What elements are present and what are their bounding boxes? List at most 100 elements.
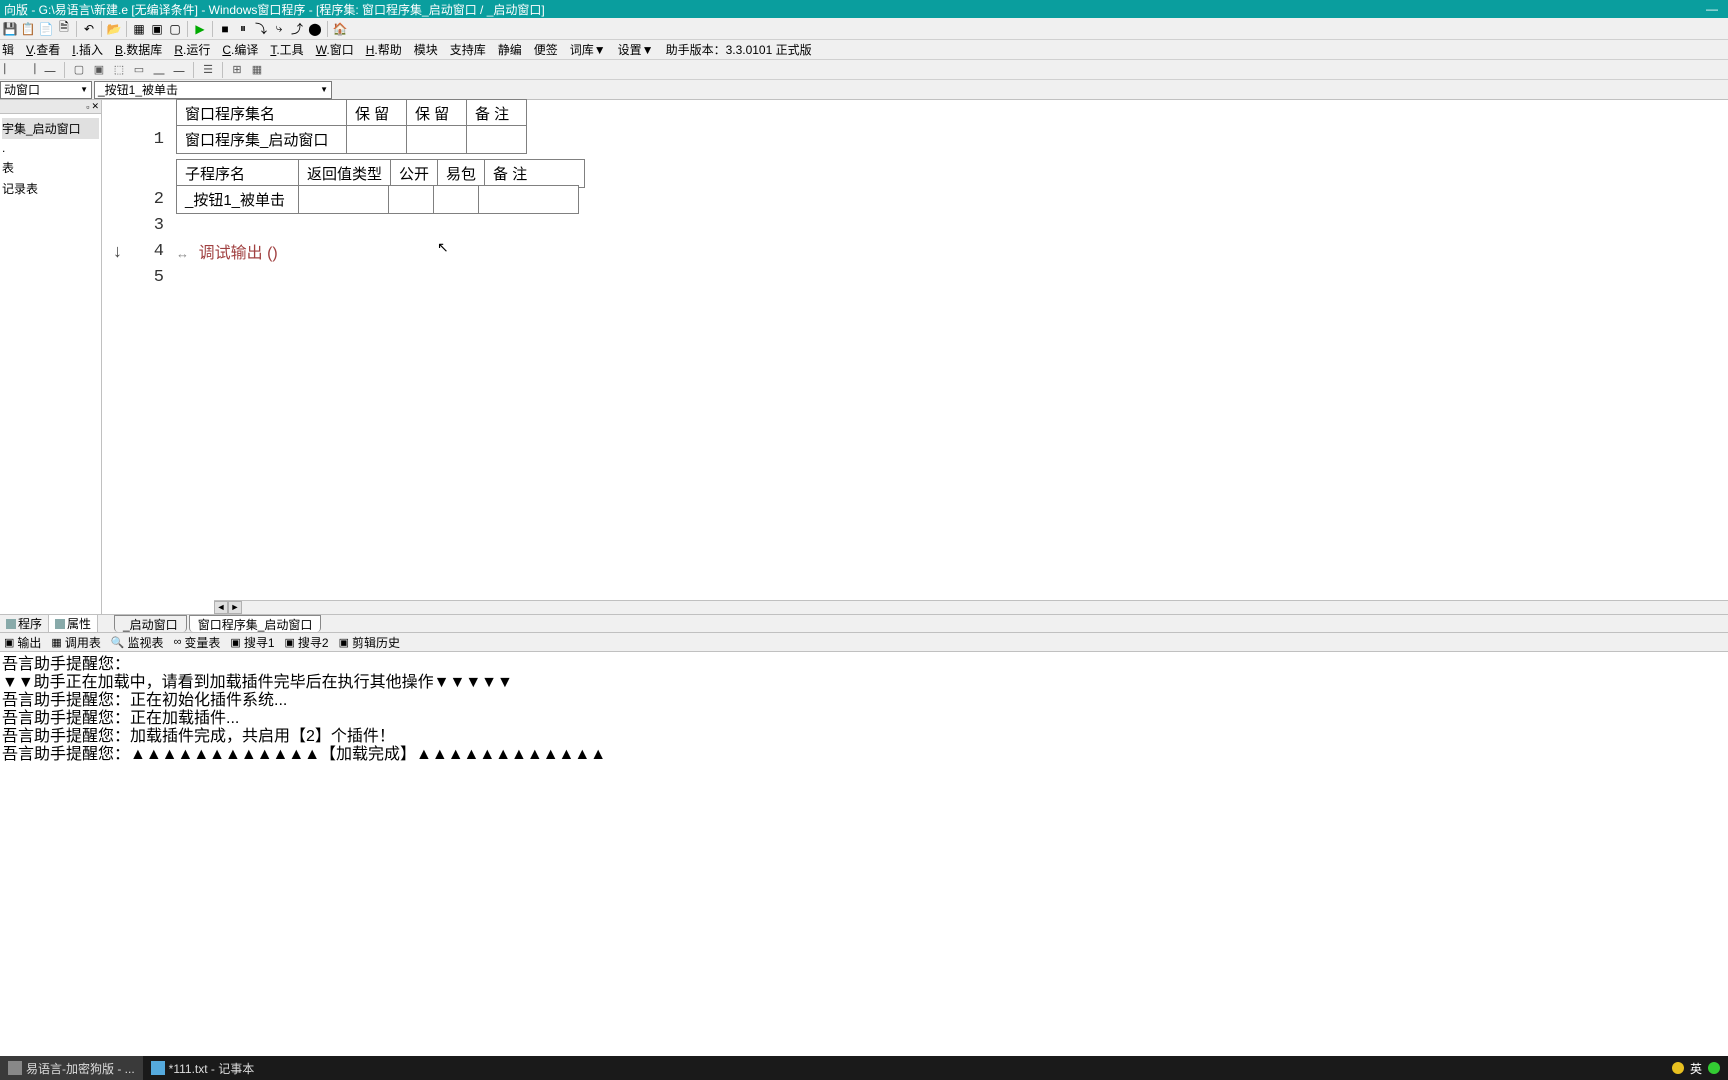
pause-icon[interactable]: ⏸ bbox=[235, 21, 251, 37]
menu-database[interactable]: B.数据库 bbox=[115, 41, 162, 58]
menu-module[interactable]: 模块 bbox=[414, 41, 438, 58]
save-icon[interactable]: 💾 bbox=[2, 21, 18, 37]
find-icon: ▣ bbox=[230, 636, 240, 649]
menu-help[interactable]: H.帮助 bbox=[366, 41, 402, 58]
align3-icon[interactable]: ⎼ bbox=[42, 62, 58, 78]
table-cell[interactable] bbox=[479, 185, 579, 213]
grid2-icon[interactable]: ▣ bbox=[149, 21, 165, 37]
align1-icon[interactable]: ⎸ bbox=[2, 62, 18, 78]
taskbar-item[interactable]: 易语言-加密狗版 - ... bbox=[0, 1056, 143, 1080]
step-out-icon[interactable]: ⤴ bbox=[289, 21, 305, 37]
table-cell[interactable] bbox=[347, 125, 407, 153]
table-cell[interactable] bbox=[434, 185, 479, 213]
box2-icon[interactable]: ▣ bbox=[91, 62, 107, 78]
scroll-right-icon[interactable]: ► bbox=[228, 601, 242, 614]
output-tab-watch[interactable]: 🔍监视表 bbox=[111, 634, 164, 651]
tab-properties[interactable]: 属性 bbox=[49, 615, 98, 632]
break-icon[interactable]: ⬤ bbox=[307, 21, 323, 37]
menu-static[interactable]: 静编 bbox=[498, 41, 522, 58]
box3-icon[interactable]: ⬚ bbox=[111, 62, 127, 78]
ime-indicator[interactable]: 英 bbox=[1690, 1060, 1702, 1077]
notepad-icon bbox=[151, 1061, 165, 1075]
menu-edit[interactable]: 辑 bbox=[2, 41, 14, 58]
scroll-left-icon[interactable]: ◄ bbox=[214, 601, 228, 614]
sidebar-close-icon[interactable]: ✕ bbox=[91, 101, 99, 112]
grid1-icon[interactable]: ▦ bbox=[131, 21, 147, 37]
grid-a-icon[interactable]: ⊞ bbox=[229, 62, 245, 78]
menu-notes[interactable]: 便签 bbox=[534, 41, 558, 58]
output-tab-output[interactable]: ▣输出 bbox=[4, 634, 41, 651]
project-tree[interactable]: 宇集_启动窗口 . 表 记录表 bbox=[0, 114, 101, 614]
list-icon[interactable]: ☰ bbox=[200, 62, 216, 78]
code-editor[interactable]: 窗口程序集名 保 留 保 留 备 注 1 窗口程序集_启动窗口 bbox=[102, 100, 1728, 614]
box6-icon[interactable]: ⎼ bbox=[171, 62, 187, 78]
align2-icon[interactable]: ⎹ bbox=[22, 62, 38, 78]
secondary-toolbar: ⎸ ⎹ ⎼ ▢ ▣ ⬚ ▭ ⎽ ⎼ ☰ ⊞ ▦ bbox=[0, 60, 1728, 80]
tab-program[interactable]: 程序 bbox=[0, 615, 49, 632]
line-number: 2 bbox=[126, 190, 176, 209]
sidebar-pin-icon[interactable]: ▫ bbox=[86, 102, 89, 112]
box5-icon[interactable]: ⎽ bbox=[151, 62, 167, 78]
output-line: 吾言助手提醒您：正在初始化插件系统... bbox=[2, 692, 1726, 710]
output-panel[interactable]: 吾言助手提醒您： ▼▼助手正在加载中，请看到加载插件完毕后在执行其他操作▼▼▼▼… bbox=[0, 652, 1728, 822]
program-icon bbox=[6, 619, 16, 629]
menu-support[interactable]: 支持库 bbox=[450, 41, 486, 58]
home-icon[interactable]: 🏠 bbox=[332, 21, 348, 37]
box1-icon[interactable]: ▢ bbox=[71, 62, 87, 78]
table-header: 保 留 bbox=[347, 99, 407, 127]
grid-b-icon[interactable]: ▦ bbox=[249, 62, 265, 78]
divider bbox=[101, 21, 102, 37]
run-icon[interactable]: ▶ bbox=[192, 21, 208, 37]
taskbar-item[interactable]: *111.txt - 记事本 bbox=[143, 1056, 263, 1080]
output-tab-search2[interactable]: ▣搜寻2 bbox=[285, 634, 329, 651]
table-cell[interactable] bbox=[389, 185, 434, 213]
expand-icon[interactable]: ↔ bbox=[176, 246, 189, 261]
table-cell[interactable] bbox=[299, 185, 389, 213]
paste-icon[interactable]: 📄 bbox=[38, 21, 54, 37]
grid3-icon[interactable]: ▢ bbox=[167, 21, 183, 37]
menu-insert[interactable]: I.插入 bbox=[72, 41, 103, 58]
table-cell[interactable] bbox=[407, 125, 467, 153]
tree-item[interactable]: 表 bbox=[2, 157, 99, 178]
tray-icon[interactable] bbox=[1708, 1062, 1720, 1074]
menu-view[interactable]: V.查看 bbox=[26, 41, 60, 58]
tree-item[interactable]: . bbox=[2, 139, 99, 157]
editor-tab[interactable]: _启动窗口 bbox=[114, 615, 187, 632]
code-line[interactable]: ↔ 调试输出 () ↖ bbox=[176, 239, 1728, 263]
menu-run[interactable]: R.运行 bbox=[174, 41, 210, 58]
doc-icon[interactable]: 🗎 bbox=[56, 21, 72, 37]
minimize-button[interactable]: — bbox=[1700, 2, 1724, 16]
output-tab-search1[interactable]: ▣搜寻1 bbox=[230, 634, 274, 651]
menu-compile[interactable]: C.编译 bbox=[222, 41, 258, 58]
program-set-row[interactable]: 窗口程序集_启动窗口 bbox=[176, 125, 527, 154]
output-tab-calls[interactable]: ▦调用表 bbox=[51, 634, 100, 651]
open-icon[interactable]: 📂 bbox=[106, 21, 122, 37]
stop-icon[interactable]: ■ bbox=[217, 21, 233, 37]
undo-icon[interactable]: ↶ bbox=[81, 21, 97, 37]
output-tab-vars[interactable]: ∞变量表 bbox=[174, 634, 221, 651]
step-over-icon[interactable]: ⤵ bbox=[253, 21, 269, 37]
tree-item[interactable]: 记录表 bbox=[2, 178, 99, 199]
subroutine-table[interactable]: 子程序名 返回值类型 公开 易包 备 注 bbox=[176, 159, 585, 188]
code-text[interactable]: 调试输出 () bbox=[199, 245, 278, 262]
output-tab-clip[interactable]: ▣剪辑历史 bbox=[339, 634, 400, 651]
table-cell[interactable]: 窗口程序集_启动窗口 bbox=[177, 125, 347, 153]
copy-icon[interactable]: 📋 bbox=[20, 21, 36, 37]
menu-window[interactable]: W.窗口 bbox=[316, 41, 354, 58]
scope-combo[interactable]: 动窗口▼ bbox=[0, 81, 92, 99]
menu-dict[interactable]: 词库▼ bbox=[570, 41, 606, 58]
horizontal-scrollbar[interactable]: ◄ ► bbox=[214, 600, 1728, 614]
tray-icon[interactable] bbox=[1672, 1062, 1684, 1074]
step-into-icon[interactable]: ⤷ bbox=[271, 21, 287, 37]
cursor-icon: ↖ bbox=[437, 239, 449, 256]
menu-settings[interactable]: 设置▼ bbox=[618, 41, 654, 58]
tree-item[interactable]: 宇集_启动窗口 bbox=[2, 118, 99, 139]
program-set-table[interactable]: 窗口程序集名 保 留 保 留 备 注 bbox=[176, 99, 527, 128]
subroutine-row[interactable]: _按钮1_被单击 bbox=[176, 185, 579, 214]
function-combo[interactable]: _按钮1_被单击▼ bbox=[94, 81, 332, 99]
menu-tools[interactable]: T.工具 bbox=[270, 41, 303, 58]
editor-tab[interactable]: 窗口程序集_启动窗口 bbox=[189, 615, 322, 632]
box4-icon[interactable]: ▭ bbox=[131, 62, 147, 78]
table-cell[interactable]: _按钮1_被单击 bbox=[177, 185, 299, 213]
table-cell[interactable] bbox=[467, 125, 527, 153]
